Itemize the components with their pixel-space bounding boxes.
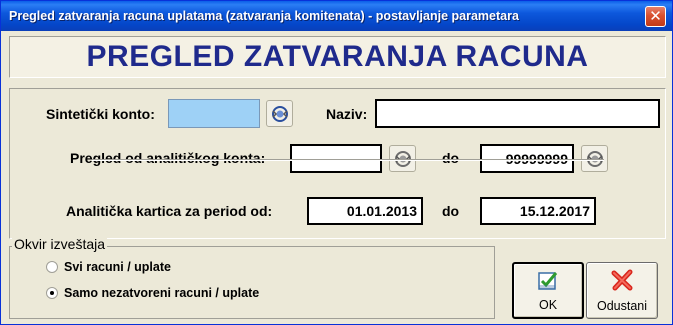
pregled-analitickog-konta-label: Pregled od analitičkog konta: — [70, 150, 266, 166]
period-do-label: do — [442, 203, 460, 219]
close-icon: ✕ — [649, 7, 662, 25]
analiticki-konto-do-label: do — [442, 150, 460, 166]
radio-button[interactable] — [46, 261, 58, 273]
cancel-label: Odustani — [596, 299, 648, 313]
dialog-window: Pregled zatvaranja racuna uplatama (zatv… — [0, 0, 673, 325]
sinteticki-konto-label: Sintetički konto: — [46, 106, 155, 122]
page-title: PREGLED ZATVARANJA RACUNA — [9, 36, 666, 78]
close-button[interactable]: ✕ — [645, 6, 666, 27]
red-x-icon — [611, 269, 633, 291]
period-od-input[interactable] — [307, 197, 423, 225]
dialog-content: PREGLED ZATVARANJA RACUNA Sintetički kon… — [4, 31, 669, 322]
analiticka-kartica-period-label: Analitička kartica za period od: — [66, 203, 273, 219]
radio-svi-racuni[interactable]: Svi racuni / uplate — [46, 259, 171, 275]
naziv-label: Naziv: — [326, 106, 368, 122]
period-do-input[interactable] — [480, 197, 596, 225]
title-bar: Pregled zatvaranja racuna uplatama (zatv… — [1, 1, 672, 31]
okvir-izvestaja-group — [9, 246, 495, 319]
cancel-button[interactable]: Odustani — [586, 262, 658, 319]
radio-samo-nezatvoreni[interactable]: Samo nezatvoreni racuni / uplate — [46, 285, 259, 301]
radio-svi-racuni-label: Svi racuni / uplate — [64, 260, 171, 274]
lookup-icon — [272, 106, 288, 122]
checkbox-check-icon — [538, 272, 558, 290]
sinteticki-konto-lookup-button[interactable] — [266, 100, 293, 127]
radio-dot-icon — [50, 291, 54, 295]
naziv-input[interactable] — [375, 99, 660, 128]
separator — [92, 159, 604, 161]
ok-button[interactable]: OK — [512, 262, 584, 319]
okvir-izvestaja-legend: Okvir izveštaja — [12, 236, 108, 252]
radio-samo-nezatvoreni-label: Samo nezatvoreni racuni / uplate — [64, 286, 260, 300]
sinteticki-konto-input[interactable] — [168, 99, 260, 128]
window-title: Pregled zatvaranja racuna uplatama (zatv… — [9, 9, 519, 23]
ok-label: OK — [538, 298, 558, 312]
radio-button-selected[interactable] — [46, 287, 58, 299]
